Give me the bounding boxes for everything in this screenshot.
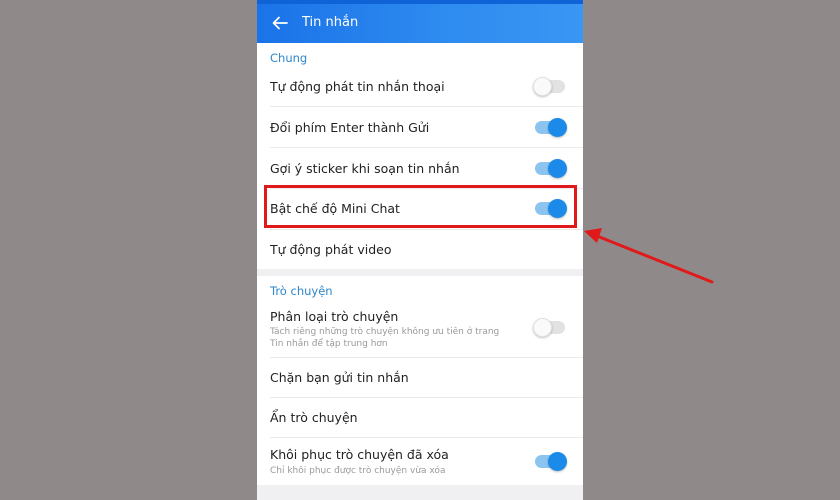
row-label: Phân loại trò chuyện xyxy=(270,309,399,324)
back-button[interactable] xyxy=(269,11,291,35)
row-description: Chỉ khôi phục được trò chuyện vừa xóa xyxy=(270,466,446,476)
row-label: Khôi phục trò chuyện đã xóa xyxy=(270,447,449,462)
row-sticker-suggest[interactable]: Gợi ý sticker khi soạn tin nhắn xyxy=(257,148,583,189)
section-title-chat: Trò chuyện xyxy=(270,284,333,298)
header-bar: Tin nhắn xyxy=(257,0,583,43)
row-auto-play-voice[interactable]: Tự động phát tin nhắn thoại xyxy=(257,66,583,107)
auto-play-voice-toggle[interactable] xyxy=(533,77,565,96)
row-hide-chat[interactable]: Ẩn trò chuyện xyxy=(257,398,583,438)
row-auto-play-video[interactable]: Tự động phát video xyxy=(257,230,583,269)
section-title-general: Chung xyxy=(270,51,308,65)
classify-chat-toggle[interactable] xyxy=(533,318,565,337)
row-label: Đổi phím Enter thành Gửi xyxy=(270,120,430,135)
row-enter-to-send[interactable]: Đổi phím Enter thành Gửi xyxy=(257,107,583,148)
row-label: Tự động phát tin nhắn thoại xyxy=(270,79,445,94)
phone-screen: Tin nhắn Chung Tự động phát tin nhắn tho… xyxy=(257,0,583,500)
row-label: Gợi ý sticker khi soạn tin nhắn xyxy=(270,161,460,176)
row-label: Tự động phát video xyxy=(270,242,392,257)
arrow-left-icon xyxy=(272,16,288,30)
section-chat: Trò chuyện Phân loại trò chuyện Tách riê… xyxy=(257,276,583,485)
enter-to-send-toggle[interactable] xyxy=(535,118,567,137)
row-label: Chặn bạn gửi tin nhắn xyxy=(270,370,409,385)
page-title: Tin nhắn xyxy=(302,15,359,30)
restore-chat-toggle[interactable] xyxy=(535,452,567,471)
row-block-messages[interactable]: Chặn bạn gửi tin nhắn xyxy=(257,358,583,398)
annotation-arrow-icon xyxy=(584,228,714,284)
section-general: Chung Tự động phát tin nhắn thoại Đổi ph… xyxy=(257,43,583,269)
sticker-suggest-toggle[interactable] xyxy=(535,159,567,178)
row-restore-chat[interactable]: Khôi phục trò chuyện đã xóa Chỉ khôi phụ… xyxy=(257,438,583,485)
row-description: Tách riêng những trò chuyện không ưu tiê… xyxy=(270,327,500,349)
highlight-box xyxy=(264,185,577,228)
row-classify-chat[interactable]: Phân loại trò chuyện Tách riêng những tr… xyxy=(257,302,583,358)
row-label: Ẩn trò chuyện xyxy=(270,410,358,425)
